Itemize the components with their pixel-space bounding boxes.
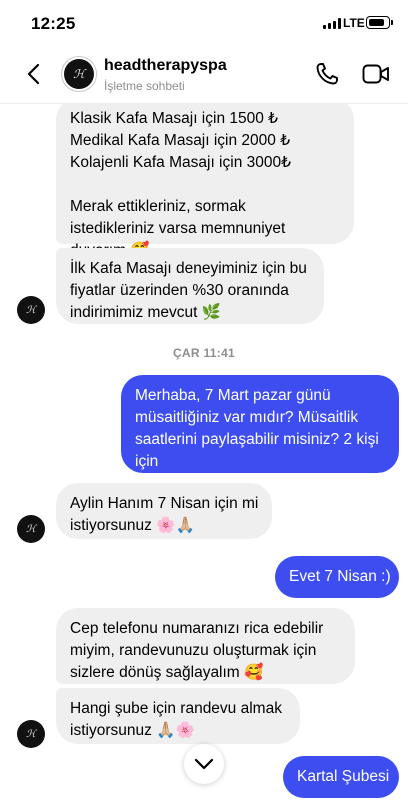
battery-level	[368, 18, 384, 26]
message-text-line: istiyorsunuz 🌸🙏🏼	[70, 517, 195, 534]
message-timestamp: ÇAR 11:41	[172, 346, 236, 360]
message-text-line: Merhaba, 7 Mart pazar günü	[135, 387, 331, 404]
logo-icon: ℋ	[26, 304, 36, 316]
logo-icon: ℋ	[73, 67, 85, 81]
message-text-line: istiyorsunuz 🙏🏼🌸	[70, 722, 195, 739]
message-text-line: Merak ettikleriniz, sormak	[70, 198, 246, 215]
profile-avatar[interactable]: ℋ	[61, 56, 97, 92]
phone-icon	[316, 63, 338, 85]
sender-avatar[interactable]: ℋ	[17, 720, 45, 748]
status-bar: 12:25 LTE	[0, 0, 408, 46]
sender-avatar[interactable]: ℋ	[17, 515, 45, 543]
message-incoming[interactable]: Cep telefonu numaranızı rica edebilir miy…	[56, 608, 355, 684]
back-icon	[27, 63, 40, 85]
chevron-down-icon	[194, 758, 214, 770]
video-icon	[362, 64, 389, 84]
logo-icon: ℋ	[26, 728, 36, 740]
signal-icon	[323, 18, 341, 29]
message-text-line: Cep telefonu numaranızı rica edebilir	[70, 620, 324, 637]
message-text-line: sizlere dönüş sağlayalım 🥰	[70, 664, 264, 681]
video-call-button[interactable]	[362, 62, 390, 86]
message-text-line: saatlerini paylaşabilir misiniz? 2 kişi	[135, 431, 379, 448]
message-text-line: İlk Kafa Masajı deneyiminiz için bu	[70, 260, 307, 277]
logo-icon: ℋ	[26, 523, 36, 535]
message-outgoing[interactable]: Merhaba, 7 Mart pazar günü müsaitliğiniz …	[121, 375, 399, 473]
chat-header: ℋ headtherapyspa İşletme sohbeti	[0, 46, 408, 104]
message-text-line	[70, 174, 340, 196]
message-text-line: Evet 7 Nisan :)	[289, 568, 391, 585]
message-incoming[interactable]: Klasik Kafa Masajı için 1500 ₺ Medikal Ka…	[56, 98, 354, 259]
message-text-line: için	[135, 453, 159, 470]
sender-avatar[interactable]: ℋ	[17, 296, 45, 324]
message-text-line: Medikal Kafa Masajı için 2000 ₺	[70, 132, 291, 149]
audio-call-button[interactable]	[314, 61, 340, 87]
battery-icon	[366, 16, 393, 29]
network-label: LTE	[343, 16, 365, 30]
message-text-line: Klasik Kafa Masajı için 1500 ₺	[70, 110, 279, 127]
message-incoming[interactable]: Hangi şube için randevu almak istiyorsunu…	[56, 688, 300, 744]
message-text-line: fiyatlar üzerinden %30 oranında	[70, 282, 289, 299]
back-button[interactable]	[20, 60, 48, 88]
contact-name[interactable]: headtherapyspa	[104, 57, 227, 75]
message-text-line: müsaitliğiniz var mıdır? Müsaitlik	[135, 409, 359, 426]
chat-thread[interactable]: Klasik Kafa Masajı için 1500 ₺ Medikal Ka…	[0, 46, 408, 800]
scroll-to-bottom-button[interactable]	[184, 744, 224, 784]
message-text-line: miyim, randevunuzu oluşturmak için	[70, 642, 317, 659]
message-incoming[interactable]: İlk Kafa Masajı deneyiminiz için bu fiyat…	[56, 248, 324, 324]
status-time: 12:25	[31, 14, 76, 33]
message-text-line: Kartal Şubesi	[297, 768, 390, 785]
message-outgoing[interactable]: Kartal Şubesi	[283, 756, 399, 798]
message-text-line: Hangi şube için randevu almak	[70, 700, 282, 717]
message-text-line: istedikleriniz varsa memnuniyet	[70, 220, 286, 237]
message-text-line: Aylin Hanım 7 Nisan için mi	[70, 495, 259, 512]
message-incoming[interactable]: Aylin Hanım 7 Nisan için mi istiyorsunuz …	[56, 483, 272, 539]
message-outgoing[interactable]: Evet 7 Nisan :)	[275, 556, 399, 598]
message-text-line: indirimimiz mevcut 🌿	[70, 304, 222, 321]
contact-subtitle: İşletme sohbeti	[104, 79, 185, 93]
message-text-line: Kolajenli Kafa Masajı için 3000₺	[70, 154, 291, 171]
